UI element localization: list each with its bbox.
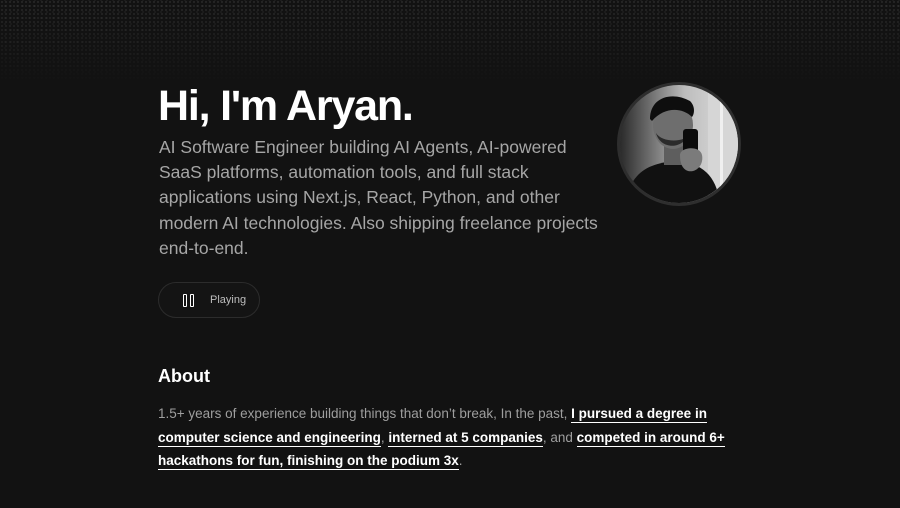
avatar-photo (620, 85, 738, 203)
music-player-toggle[interactable]: Playing (158, 282, 260, 318)
page: Hi, I'm Aryan. AI Software Engineer buil… (0, 0, 900, 508)
hero-bio: AI Software Engineer building AI Agents,… (159, 137, 598, 258)
about-paragraph: 1.5+ years of experience building things… (158, 402, 748, 473)
about-heading: About (158, 366, 210, 386)
pause-icon[interactable] (183, 293, 194, 307)
about-text-segment: . (458, 453, 463, 468)
dotted-noise-band (0, 0, 900, 86)
about-text-segment: 1.5+ years of experience building things… (158, 406, 572, 421)
about-text-segment: , and (542, 429, 577, 445)
avatar (617, 82, 741, 206)
internships-link[interactable]: interned at 5 companies (388, 429, 543, 447)
player-status-label: Playing (210, 294, 247, 306)
page-title: Hi, I'm Aryan. (158, 82, 414, 130)
